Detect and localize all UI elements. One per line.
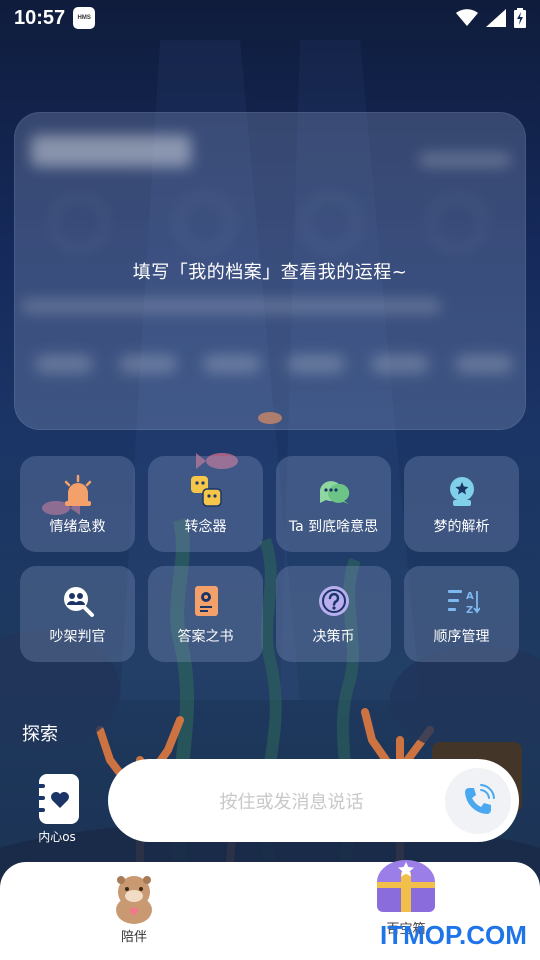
faces-swap-icon [187,472,225,510]
tool-label: 答案之书 [177,629,234,645]
hms-badge: HMS [73,7,96,29]
tool-what-they-mean[interactable]: Ta 到底啥意思 [276,456,391,552]
heart-notebook-icon [35,774,79,824]
signal-icon [486,9,506,27]
nav-companion-label: 陪伴 [120,930,147,945]
fortune-prompt[interactable]: 填写「我的档案」查看我的运程~ [15,258,525,284]
answer-book-icon [187,582,225,620]
tool-label: 梦的解析 [433,519,490,535]
nav-companion[interactable]: 陪伴 [104,872,164,945]
inner-os-button[interactable]: 内心os [26,774,88,845]
chat-bubbles-icon [315,472,353,510]
tool-mind-shift[interactable]: 转念器 [148,456,263,552]
people-search-icon [59,582,97,620]
treasure-chest-icon [377,860,435,912]
svg-text:Z: Z [466,605,473,616]
message-input[interactable]: 按住或发消息说话 [108,788,445,814]
tool-dream-analysis[interactable]: 梦的解析 [404,456,519,552]
status-time: 10:57 [14,6,66,29]
explore-title: 探索 [22,724,58,745]
tool-label: 决策币 [312,629,355,645]
tool-emotion-rescue[interactable]: 情绪急救 [20,456,135,552]
tool-grid: 情绪急救 转念器 Ta 到底啥意思 梦的解析 吵架判官 答案之书 决策币 A Z… [20,456,520,662]
tool-label: 情绪急救 [49,519,106,535]
tool-label: Ta 到底啥意思 [288,519,379,535]
sort-az-icon: AZ [443,582,481,620]
tool-decision-coin[interactable]: 决策币 [276,566,391,662]
call-button[interactable] [445,767,511,834]
watermark: ITMOP.COM [380,920,527,950]
status-bar: 10:57 HMS [0,0,540,36]
crystal-ball-icon [443,472,481,510]
tool-label: 顺序管理 [433,629,490,645]
message-bar[interactable]: 按住或发消息说话 [108,759,519,842]
alarm-siren-icon [59,472,97,510]
tool-order-manager[interactable]: AZ 顺序管理 [404,566,519,662]
inner-os-label: 内心os [38,830,76,844]
phone-call-icon [465,783,495,814]
tool-quarrel-judge[interactable]: 吵架判官 [20,566,135,662]
otter-mascot-icon [116,876,152,924]
tool-label: 转念器 [184,519,227,535]
battery-charging-icon [514,8,526,28]
tool-label: 吵架判官 [49,629,106,645]
tool-answer-book[interactable]: 答案之书 [148,566,263,662]
status-icons [456,8,526,28]
wifi-icon [456,9,478,26]
question-coin-icon [315,582,353,620]
svg-text:A: A [466,591,474,602]
fortune-card[interactable]: 填写「我的档案」查看我的运程~ [14,112,526,430]
